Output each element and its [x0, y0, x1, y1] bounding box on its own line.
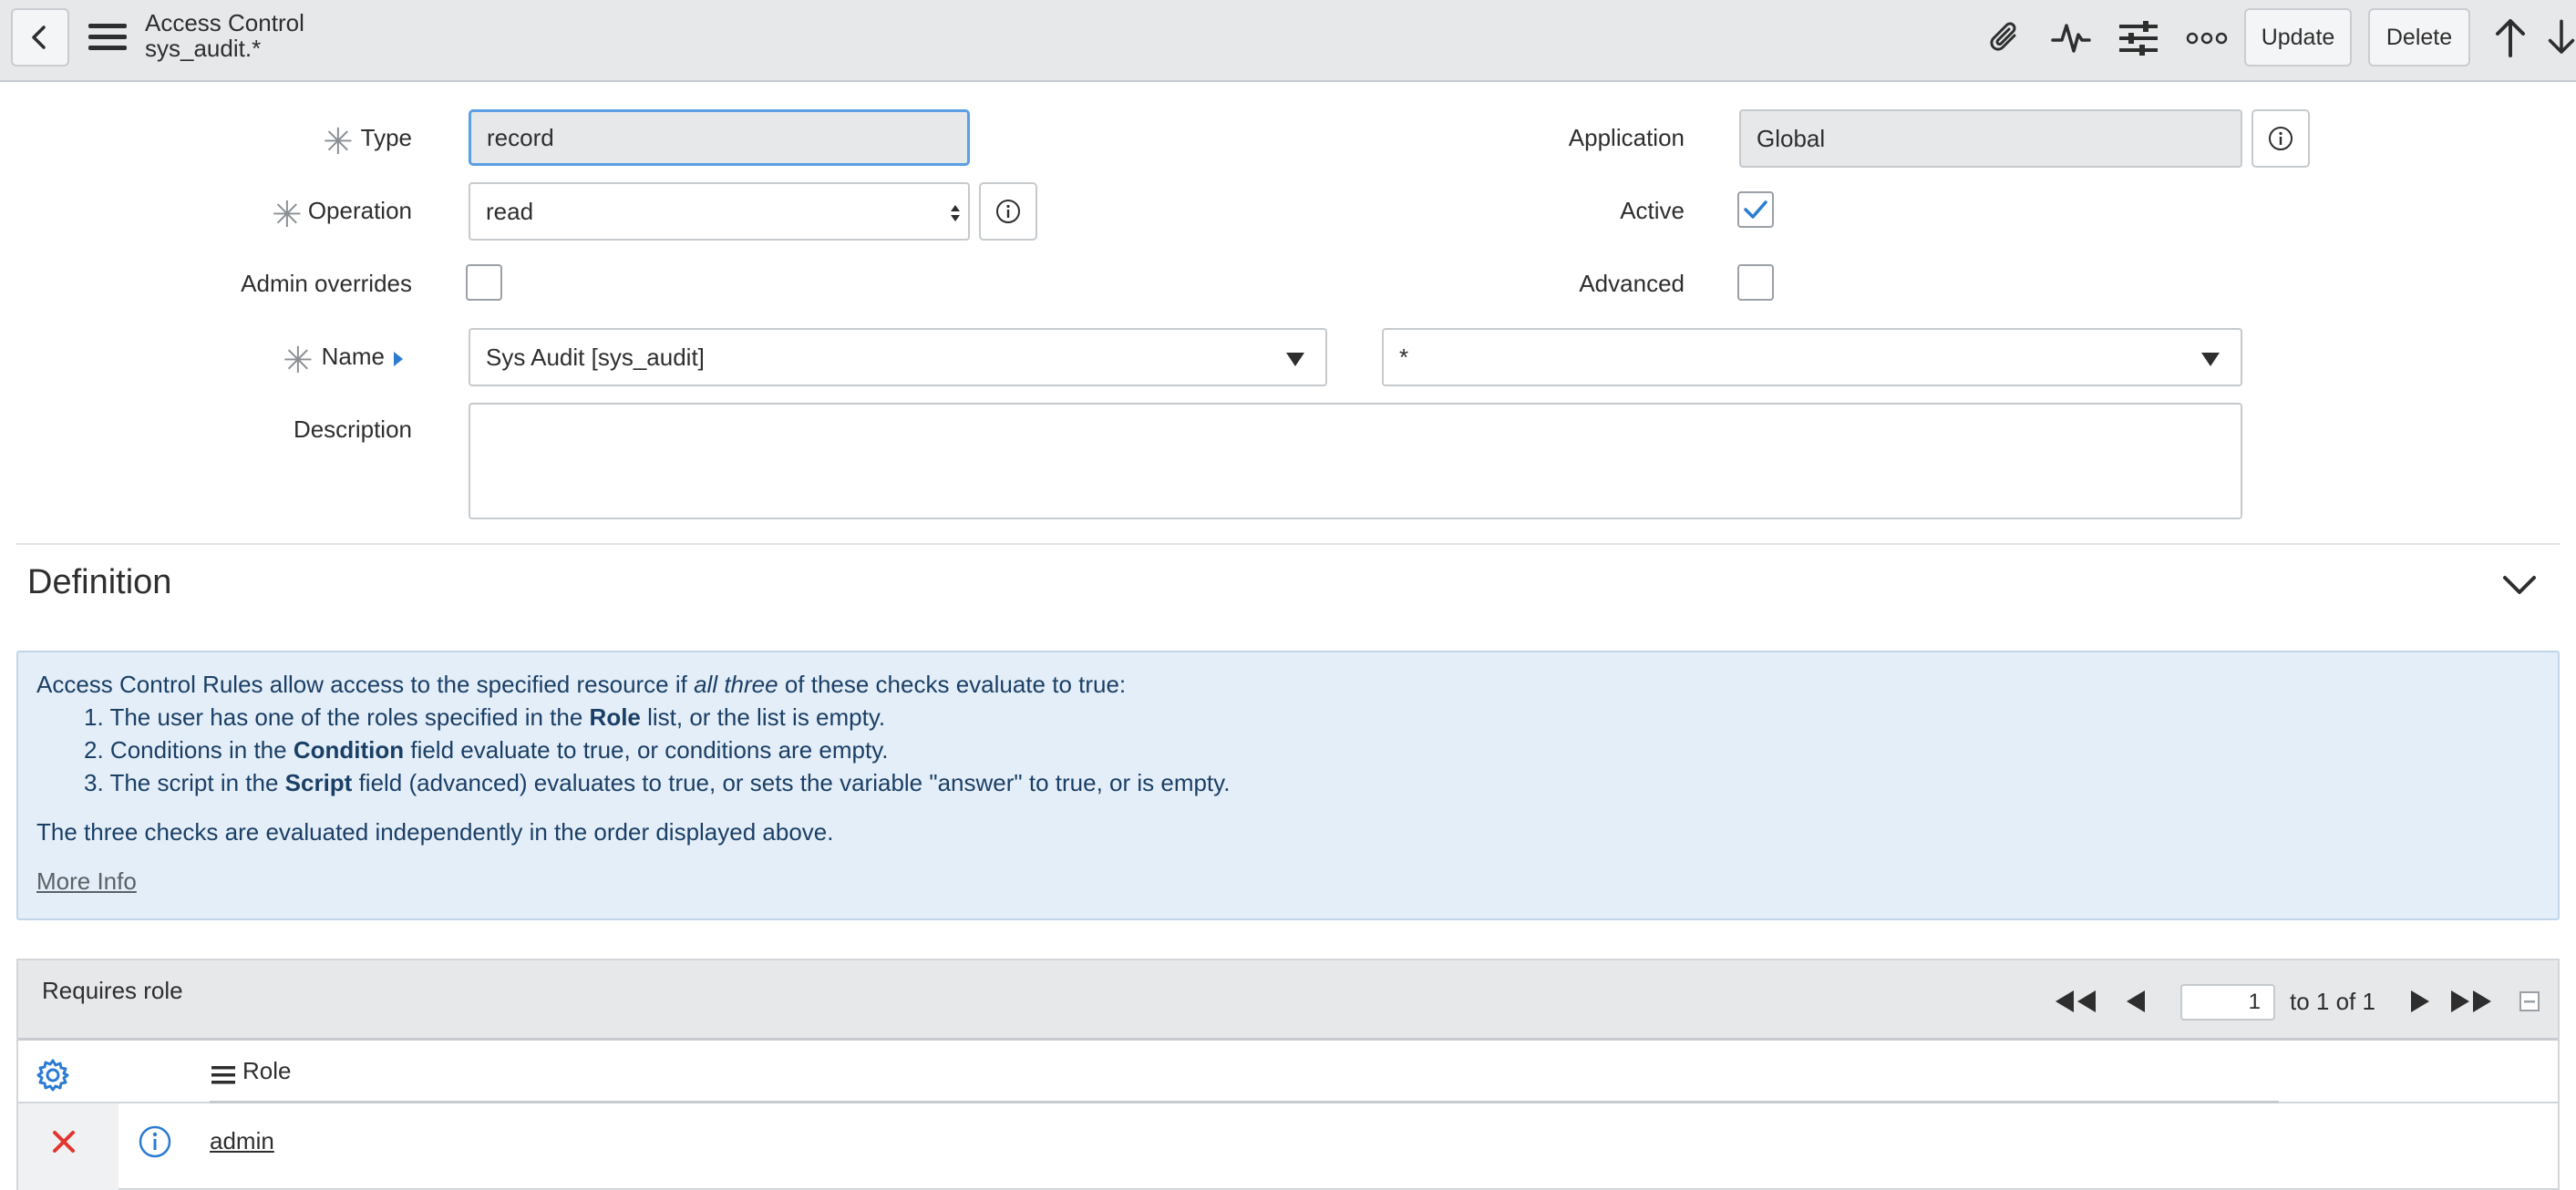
definition-footer: The three checks are evaluated independe… — [36, 818, 834, 846]
last-page-icon[interactable] — [2448, 986, 2496, 1017]
operation-select-value: read — [486, 197, 534, 225]
related-list-requires-role: Requires role 1 to 1 of 1 Role admin — [16, 959, 2560, 1190]
name-table-value: Sys Audit [sys_audit] — [486, 343, 705, 371]
type-field[interactable]: record — [469, 109, 970, 166]
previous-record-icon[interactable] — [2492, 15, 2529, 59]
operation-select[interactable]: read — [469, 182, 970, 241]
application-label: Application — [1568, 124, 1685, 151]
more-info-link[interactable]: More Info — [36, 867, 137, 896]
type-label: Type — [360, 124, 412, 151]
name-label: Name — [321, 343, 385, 370]
info-icon — [996, 200, 1020, 223]
definition-section-title: Definition — [27, 563, 172, 601]
advanced-label: Advanced — [1579, 270, 1685, 297]
next-page-icon[interactable] — [2406, 986, 2434, 1017]
first-page-icon[interactable] — [2051, 986, 2098, 1017]
previous-page-icon[interactable] — [2122, 986, 2149, 1017]
hamburger-menu-icon[interactable] — [88, 20, 128, 55]
table-row: admin — [18, 1103, 2558, 1190]
page-count-text: to 1 of 1 — [2290, 988, 2375, 1015]
related-list-title: Requires role — [42, 977, 183, 1004]
back-button[interactable] — [11, 8, 69, 67]
description-textarea[interactable] — [469, 403, 2242, 519]
active-checkbox[interactable] — [1737, 191, 1774, 228]
name-mandatory-icon: ✳ — [283, 341, 314, 381]
name-table-select[interactable]: Sys Audit [sys_audit] — [469, 328, 1327, 386]
reference-expand-icon[interactable] — [392, 350, 405, 368]
row-info-icon[interactable] — [137, 1123, 173, 1160]
delete-button[interactable]: Delete — [2368, 8, 2470, 67]
application-info-button[interactable] — [2251, 109, 2310, 168]
more-options-icon[interactable] — [2186, 26, 2228, 51]
page-number-input[interactable]: 1 — [2180, 984, 2275, 1021]
definition-item-3: 3. The script in the Script field (advan… — [84, 769, 1231, 796]
chevron-left-icon — [32, 26, 46, 49]
definition-intro: Access Control Rules allow access to the… — [36, 671, 1127, 698]
dropdown-arrow-icon — [1286, 353, 1304, 366]
definition-item-1: 1. The user has one of the roles specifi… — [84, 703, 886, 731]
column-header-role[interactable]: Role — [242, 1057, 291, 1085]
operation-info-button[interactable] — [979, 182, 1037, 241]
activity-stream-icon[interactable] — [2051, 18, 2091, 58]
collapse-list-icon[interactable] — [2518, 990, 2541, 1013]
active-label: Active — [1620, 197, 1685, 224]
column-menu-icon[interactable] — [210, 1062, 237, 1088]
admin-overrides-checkbox[interactable] — [466, 264, 502, 301]
application-field: Global — [1739, 109, 2242, 168]
remove-row-icon[interactable] — [46, 1123, 82, 1160]
checkmark-icon — [1744, 200, 1767, 219]
name-field-value: * — [1399, 343, 1409, 371]
form-header: Access Control sys_audit.* Update Delete — [0, 0, 2576, 82]
related-list-header — [18, 960, 2558, 1041]
select-arrows-icon — [951, 205, 960, 221]
name-field-select[interactable]: * — [1382, 328, 2242, 386]
update-button[interactable]: Update — [2244, 8, 2352, 67]
operation-label: Operation — [307, 197, 412, 224]
description-label: Description — [293, 415, 412, 443]
gear-icon[interactable] — [35, 1057, 71, 1093]
dropdown-arrow-icon — [2201, 353, 2220, 366]
attachment-icon[interactable] — [1985, 15, 2025, 59]
personalize-form-icon[interactable] — [2118, 18, 2159, 58]
admin-overrides-label: Admin overrides — [241, 270, 412, 297]
form-title: Access Control — [145, 9, 304, 36]
definition-info-box: Access Control Rules allow access to the… — [16, 651, 2560, 920]
next-record-icon[interactable] — [2547, 15, 2576, 59]
info-icon — [2269, 127, 2293, 150]
form-subtitle: sys_audit.* — [145, 35, 262, 62]
section-divider — [16, 543, 2560, 545]
advanced-checkbox[interactable] — [1737, 264, 1774, 301]
role-link[interactable]: admin — [210, 1127, 274, 1155]
list-column-header-row — [18, 1043, 2558, 1103]
chevron-down-icon[interactable] — [2501, 567, 2538, 603]
definition-item-2: 2. Conditions in the Condition field eva… — [84, 736, 889, 764]
